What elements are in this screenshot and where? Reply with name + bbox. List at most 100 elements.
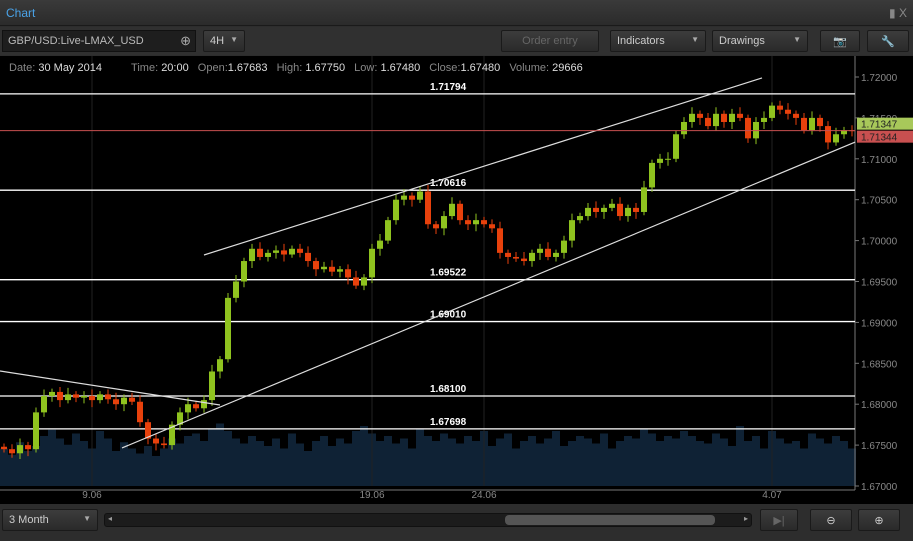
volume-bar [64, 444, 72, 486]
drawings-select[interactable]: Drawings ▼ [712, 30, 808, 52]
trend-line [121, 141, 856, 449]
candle-up [681, 121, 687, 135]
window-title: Chart [6, 6, 36, 20]
timeframe-select[interactable]: 4H ▼ [203, 30, 245, 52]
y-tick-label: 1.68000 [861, 400, 898, 411]
camera-icon[interactable]: 📷 [820, 30, 860, 52]
volume-bar [680, 431, 688, 486]
candle-down [721, 113, 727, 122]
candle-up [761, 117, 767, 122]
volume-bar [192, 433, 200, 486]
range-select[interactable]: 3 Month ▼ [2, 509, 98, 531]
candle-down [353, 277, 359, 286]
volume-bar [664, 436, 672, 486]
candle-up [185, 404, 191, 413]
candle-down [793, 113, 799, 118]
volume-bar [544, 438, 552, 486]
order-entry-button[interactable]: Order entry [501, 30, 599, 52]
candle-up [289, 248, 295, 255]
volume-bar [184, 436, 192, 486]
candle-up [273, 250, 279, 253]
volume-bar [728, 446, 736, 486]
candle-up [393, 199, 399, 221]
candle-up [529, 252, 535, 262]
candle-down [633, 207, 639, 212]
volume-bar [104, 438, 112, 486]
chart-area[interactable]: 9.0619.0624.064.071.720001.715001.710001… [0, 56, 913, 504]
volume-bar [624, 436, 632, 486]
price-chart[interactable]: 9.0619.0624.064.071.720001.715001.710001… [0, 56, 913, 504]
volume-bar [80, 441, 88, 486]
candle-up [249, 248, 255, 262]
candle-up [97, 394, 103, 401]
candle-up [377, 240, 383, 249]
volume-bar [224, 431, 232, 486]
candle-down [425, 191, 431, 225]
volume-bar [840, 441, 848, 486]
volume-bar [496, 438, 504, 486]
volume-bar [344, 443, 352, 486]
volume-bar [448, 438, 456, 486]
scroll-to-end-button[interactable]: ▶| [760, 509, 798, 531]
candle-down [89, 396, 95, 401]
volume-bar [824, 443, 832, 486]
candle-up [201, 400, 207, 409]
level-label: 1.69522 [430, 268, 467, 279]
candle-up [665, 158, 671, 160]
candle-up [33, 412, 39, 450]
y-tick-label: 1.70500 [861, 196, 898, 207]
candle-down [9, 449, 15, 454]
bottom-bar: 3 Month ▼ ◂ ▸ ▶| ⊖ ⊕ [0, 506, 913, 541]
ask-price-label: 1.71344 [861, 133, 898, 144]
candle-down [25, 445, 31, 450]
chevron-down-icon: ▼ [793, 35, 801, 44]
bid-price-label: 1.71347 [861, 120, 898, 131]
candle-down [57, 391, 63, 401]
volume-bar [440, 433, 448, 486]
volume-bar [616, 441, 624, 486]
volume-bar [456, 443, 464, 486]
symbol-input[interactable]: GBP/USD:Live-LMAX_USD ⊕ [2, 30, 196, 52]
candle-down [745, 117, 751, 139]
scrollbar-thumb[interactable] [505, 515, 715, 525]
volume-bar [336, 438, 344, 486]
candle-up [689, 113, 695, 122]
candle-up [561, 240, 567, 253]
volume-bar [320, 436, 328, 486]
candle-down [329, 266, 335, 272]
wrench-icon[interactable]: 🔧 [867, 30, 909, 52]
volume-bar [536, 443, 544, 486]
candle-up [65, 394, 71, 401]
candle-up [321, 266, 327, 270]
indicators-select[interactable]: Indicators ▼ [610, 30, 706, 52]
search-icon[interactable]: ⊕ [180, 33, 191, 49]
volume-bar [152, 456, 160, 486]
zoom-in-icon[interactable]: ⊕ [858, 509, 900, 531]
candle-up [81, 396, 87, 398]
close-button[interactable]: ▮ X [889, 6, 907, 20]
candle-up [625, 207, 631, 217]
level-label: 1.67698 [430, 417, 467, 428]
candle-down [505, 252, 511, 257]
horizontal-scrollbar[interactable]: ◂ ▸ [104, 513, 752, 527]
volume-bar [720, 438, 728, 486]
volume-bar [800, 448, 808, 486]
candle-up [385, 220, 391, 241]
chevron-down-icon: ▼ [230, 35, 238, 44]
volume-bar [328, 446, 336, 486]
candle-down [777, 105, 783, 110]
candle-up [121, 397, 127, 405]
candle-down [457, 203, 463, 221]
volume-bar [672, 438, 680, 486]
candle-down [297, 248, 303, 253]
volume-bar [696, 441, 704, 486]
y-tick-label: 1.68500 [861, 359, 898, 370]
volume-bar [488, 446, 496, 486]
zoom-out-icon[interactable]: ⊖ [810, 509, 852, 531]
candle-up [769, 105, 775, 118]
candle-down [105, 394, 111, 400]
volume-bar [640, 428, 648, 486]
volume-bar [112, 451, 120, 486]
candle-up [209, 371, 215, 401]
volume-bar [600, 433, 608, 486]
